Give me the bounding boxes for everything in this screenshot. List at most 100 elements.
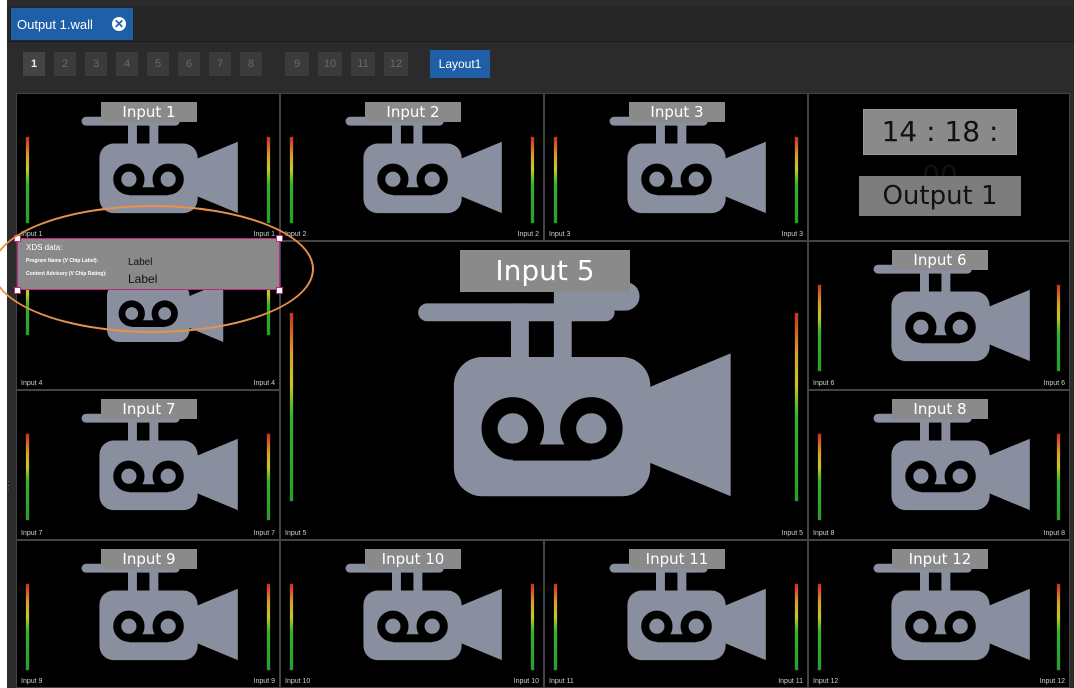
resize-handle-top-left[interactable] [14, 235, 21, 242]
clock-tile[interactable]: 14 : 18 : 00Output 1 [808, 93, 1070, 241]
audio-level-meter [794, 583, 799, 671]
page-button-10[interactable]: 10 [318, 52, 342, 76]
audio-level-meter [289, 583, 294, 671]
audio-level-meter [1056, 433, 1061, 521]
audio-level-meter [817, 433, 822, 521]
audio-level-meter [553, 136, 558, 224]
tile-title: Input 8 [892, 399, 988, 419]
tile-footer-right: Input 4 [253, 380, 275, 387]
audio-level-meter [289, 136, 294, 224]
audio-level-meter [817, 583, 822, 671]
audio-level-meter [25, 583, 30, 671]
page-button-6[interactable]: 6 [178, 52, 200, 76]
audio-level-meter [794, 136, 799, 224]
input-tile-1[interactable]: Input 1 Input 1 Input 1 [16, 93, 280, 241]
input-tile-11[interactable]: Input 11 Input 11 Input 11 [544, 540, 808, 688]
tile-title: Input 11 [629, 549, 725, 569]
audio-level-meter [1056, 583, 1061, 671]
document-tab[interactable]: Output 1.wall ✕ [11, 8, 133, 40]
input-tile-7[interactable]: Input 7 Input 7 Input 7 [16, 390, 280, 540]
tile-footer-left: Input 4 [21, 380, 43, 387]
video-camera-icon [319, 553, 515, 678]
tile-footer-right: Input 9 [253, 678, 275, 685]
audio-level-meter [553, 583, 558, 671]
input-tile-3[interactable]: Input 3 Input 3 Input 3 [544, 93, 808, 241]
output-label: Output 1 [859, 176, 1021, 216]
tile-footer-left: Input 1 [21, 231, 43, 238]
input-tile-12[interactable]: Input 12 Input 12 Input 12 [808, 540, 1070, 688]
audio-level-meter [530, 136, 535, 224]
audio-level-meter [25, 136, 30, 224]
resize-handle-top-right[interactable] [276, 235, 283, 242]
audio-level-meter [1056, 284, 1061, 372]
audio-level-meter [266, 433, 271, 521]
close-circle-icon[interactable]: ✕ [112, 17, 126, 31]
video-camera-icon [371, 282, 751, 532]
audio-level-meter [817, 284, 822, 372]
tile-footer-right: Input 6 [1043, 380, 1065, 387]
xds-heading: XDS data: [26, 243, 63, 252]
page-button-4[interactable]: 4 [116, 52, 138, 76]
video-camera-icon [55, 106, 251, 231]
tile-footer-left: Input 12 [813, 678, 839, 685]
video-wall-canvas[interactable]: Input 1 Input 1 Input 1 Input 2 Input 2 Inpu… [16, 93, 1070, 688]
page-button-3[interactable]: 3 [85, 52, 107, 76]
tile-footer-right: Input 5 [781, 530, 803, 537]
content-advisory-key: Content Advisory (V Chip Rating): [26, 271, 107, 277]
wall-editor: Output 1.wall ✕ 1 2 3 4 5 6 7 8 9 10 11 12 Layout1 I… [7, 0, 1074, 688]
grip-handle-icon[interactable]: · · · [7, 478, 14, 494]
tile-footer-left: Input 6 [813, 380, 835, 387]
tile-footer-right: Input 7 [253, 530, 275, 537]
program-name-value: Label [128, 257, 153, 268]
tile-title: Input 6 [892, 250, 988, 270]
input-tile-2[interactable]: Input 2 Input 2 Input 2 [280, 93, 544, 241]
document-tab-label: Output 1.wall [17, 16, 93, 32]
input-tile-6[interactable]: Input 6 Input 6 Input 6 [808, 241, 1070, 390]
page-button-9[interactable]: 9 [285, 52, 309, 76]
video-camera-icon [55, 553, 251, 678]
resize-handle-bottom-left[interactable] [14, 287, 21, 294]
document-tab-bar: Output 1.wall ✕ [7, 6, 1074, 42]
resize-handle-bottom-right[interactable] [276, 287, 283, 294]
tile-footer-left: Input 7 [21, 530, 43, 537]
video-camera-icon [847, 254, 1043, 379]
page-selector: 1 2 3 4 5 6 7 8 9 10 11 12 Layout1 [7, 43, 1074, 87]
tile-footer-right: Input 2 [517, 231, 539, 238]
audio-level-meter [25, 433, 30, 521]
video-camera-icon [583, 106, 779, 231]
page-button-7[interactable]: 7 [209, 52, 231, 76]
video-camera-icon [583, 553, 779, 678]
tile-title: Input 5 [460, 250, 630, 292]
page-button-5[interactable]: 5 [147, 52, 169, 76]
page-button-11[interactable]: 11 [351, 52, 375, 76]
tile-title: Input 3 [629, 102, 725, 122]
tile-footer-left: Input 2 [285, 231, 307, 238]
audio-level-meter [266, 583, 271, 671]
tile-footer-right: Input 11 [778, 678, 803, 685]
tile-title: Input 2 [365, 102, 461, 122]
audio-level-meter [530, 583, 535, 671]
tile-title: Input 7 [101, 399, 197, 419]
page-button-12[interactable]: 12 [384, 52, 408, 76]
input-tile-5[interactable]: Input 5 Input 5 Input 5 [280, 241, 808, 540]
input-tile-9[interactable]: Input 9 Input 9 Input 9 [16, 540, 280, 688]
page-button-1[interactable]: 1 [23, 52, 45, 76]
video-camera-icon [319, 106, 515, 231]
page-button-2[interactable]: 2 [54, 52, 76, 76]
tile-title: Input 1 [101, 102, 197, 122]
layout-button[interactable]: Layout1 [430, 50, 490, 78]
tile-footer-left: Input 8 [813, 530, 835, 537]
tile-footer-right: Input 8 [1043, 530, 1065, 537]
tile-footer-right: Input 3 [781, 231, 803, 238]
input-tile-10[interactable]: Input 10 Input 10 Input 10 [280, 540, 544, 688]
xds-data-widget[interactable]: XDS data: Program Name (V Chip Label): L… [17, 238, 280, 290]
input-tile-8[interactable]: Input 8 Input 8 Input 8 [808, 390, 1070, 540]
tile-footer-left: Input 3 [549, 231, 571, 238]
program-name-key: Program Name (V Chip Label): [26, 258, 99, 264]
tile-footer-right: Input 10 [513, 678, 539, 685]
video-camera-icon [847, 403, 1043, 528]
tile-title: Input 10 [365, 549, 461, 569]
page-button-8[interactable]: 8 [240, 52, 262, 76]
audio-level-meter [289, 312, 294, 502]
audio-level-meter [266, 136, 271, 224]
